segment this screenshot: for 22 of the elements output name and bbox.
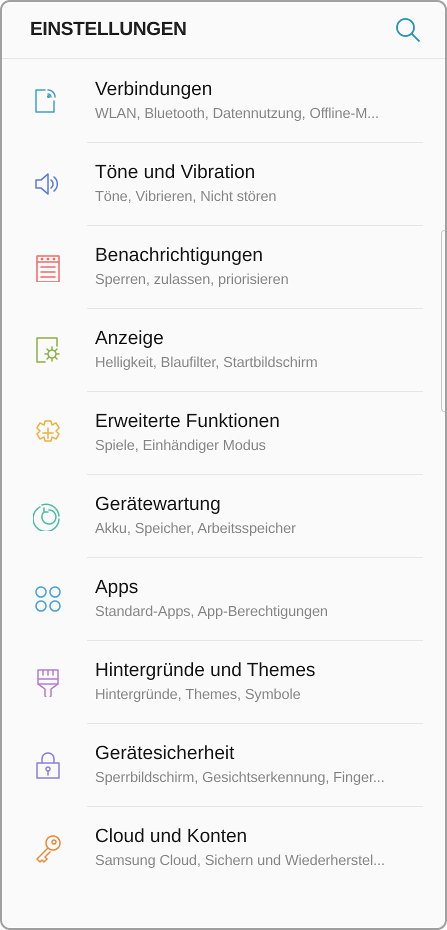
setting-title[interactable]: Verbindungen bbox=[95, 79, 379, 101]
setting-summary: Hintergründe, Themes, Symbole bbox=[95, 687, 302, 703]
setting-summary: Standard-Apps, App-Berechtigungen bbox=[95, 604, 328, 620]
setting-title[interactable]: Benachrichtigungen bbox=[95, 245, 289, 267]
setting-summary: Samsung Cloud, Sichern und Wiederherstel... bbox=[95, 853, 385, 869]
setting-summary: Sperrbildschirm, Gesichtserkennung, Finger... bbox=[95, 770, 385, 786]
setting-title[interactable]: Hintergründe und Themes bbox=[95, 660, 316, 682]
setting-title[interactable]: Gerätesicherheit bbox=[95, 743, 385, 765]
setting-summary: Helligkeit, Blaufilter, Startbildschirm bbox=[95, 355, 318, 371]
setting-title[interactable]: Gerätewartung bbox=[95, 494, 296, 516]
setting-summary: Akku, Speicher, Arbeitsspeicher bbox=[95, 521, 296, 537]
setting-summary: Töne, Vibrieren, Nicht stören bbox=[95, 189, 276, 205]
setting-summary: Sperren, zulassen, priorisieren bbox=[95, 272, 289, 288]
screen-title: EINSTELLUNGEN bbox=[30, 19, 187, 41]
setting-summary: Spiele, Einhändiger Modus bbox=[95, 438, 267, 454]
setting-summary: WLAN, Bluetooth, Datennutzung, Offline-M... bbox=[95, 106, 379, 122]
setting-title[interactable]: Cloud und Konten bbox=[95, 826, 385, 848]
setting-title[interactable]: Töne und Vibration bbox=[95, 162, 276, 184]
setting-title[interactable]: Apps bbox=[95, 577, 328, 599]
setting-title[interactable]: Erweiterte Funktionen bbox=[95, 411, 280, 433]
setting-title[interactable]: Anzeige bbox=[95, 328, 318, 350]
search-icon[interactable] bbox=[395, 17, 421, 43]
